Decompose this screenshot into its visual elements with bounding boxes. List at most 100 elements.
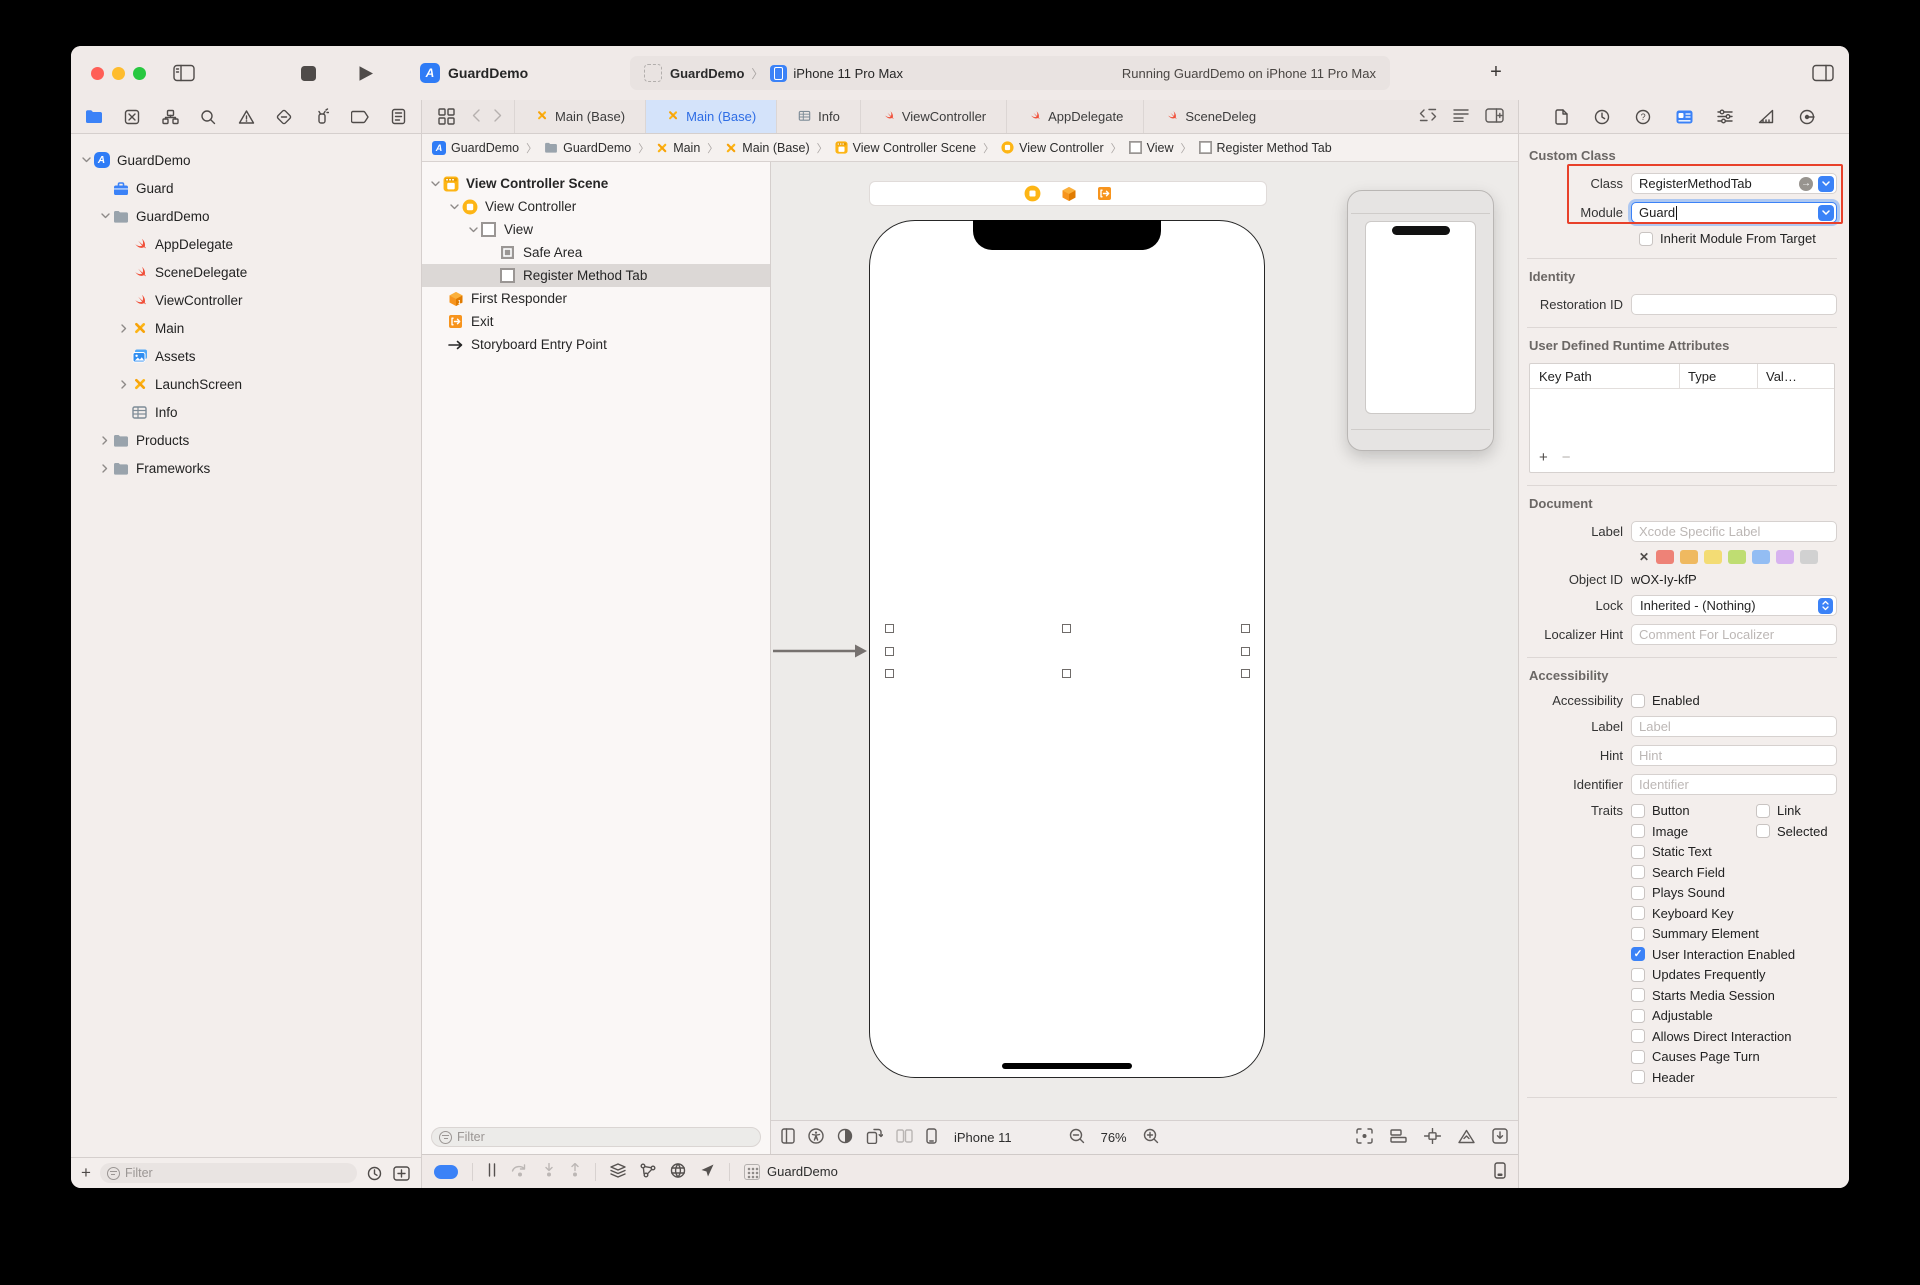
trait-checkbox[interactable] [1631, 1049, 1645, 1064]
trait-causes-page-turn[interactable]: Causes Page Turn [1631, 1049, 1837, 1064]
trait-checkbox[interactable] [1631, 885, 1645, 900]
size-inspector-icon[interactable] [1756, 107, 1776, 127]
trait-checkbox[interactable] [1756, 824, 1770, 838]
view-as-icon[interactable] [781, 1128, 795, 1147]
class-field[interactable]: RegisterMethodTab → [1631, 173, 1837, 194]
symbol-navigator-icon[interactable] [160, 107, 180, 127]
view-hierarchy-icon[interactable] [610, 1162, 626, 1181]
first-responder-cube-icon[interactable] [1061, 186, 1077, 202]
trait-link[interactable]: Link [1756, 803, 1837, 818]
orientation-icon[interactable] [866, 1128, 884, 1147]
issue-navigator-icon[interactable] [236, 107, 256, 127]
zoom-button[interactable] [133, 66, 146, 80]
trait-checkbox[interactable] [1631, 1008, 1645, 1023]
memory-graph-icon[interactable] [640, 1163, 656, 1181]
resolve-layout-icon[interactable] [1458, 1129, 1475, 1147]
trait-user-interaction-enabled[interactable]: User Interaction Enabled [1631, 947, 1837, 962]
minimize-button[interactable] [112, 66, 125, 80]
nav-item-info[interactable]: Info [71, 398, 421, 426]
navigator-filter-field[interactable]: Filter [99, 1163, 357, 1183]
outline-item-entry-point[interactable]: Storyboard Entry Point [422, 333, 770, 356]
storyboard-entry-point-arrow[interactable] [773, 642, 869, 660]
nav-item-frameworks[interactable]: Frameworks [71, 454, 421, 482]
selection-handle-top-right[interactable] [1241, 624, 1250, 633]
file-inspector-icon[interactable] [1551, 107, 1571, 127]
tab-appdelegate[interactable]: AppDelegate [1007, 100, 1145, 133]
scheme-destination[interactable]: iPhone 11 Pro Max [793, 66, 903, 81]
trait-button[interactable]: Button [1631, 803, 1756, 818]
nav-item-guard[interactable]: Guard [71, 174, 421, 202]
console-device-icon[interactable] [1494, 1161, 1506, 1182]
tab-viewcontroller[interactable]: ViewController [861, 100, 1008, 133]
iphone-canvas-device[interactable] [869, 220, 1265, 1078]
trait-search-field[interactable]: Search Field [1631, 865, 1837, 880]
no-color-button[interactable]: ✕ [1639, 550, 1649, 564]
trait-checkbox[interactable] [1631, 803, 1645, 818]
document-label-field[interactable]: Xcode Specific Label [1631, 521, 1837, 542]
module-field[interactable]: Guard [1631, 202, 1837, 223]
project-navigator-icon[interactable] [84, 107, 104, 127]
chevron-right-icon[interactable] [117, 323, 131, 333]
trait-keyboard-key[interactable]: Keyboard Key [1631, 906, 1837, 921]
selection-handle-bottom-left[interactable] [885, 669, 894, 678]
connections-inspector-icon[interactable] [1797, 107, 1817, 127]
breakpoints-toggle[interactable] [434, 1164, 458, 1179]
color-swatch-orange[interactable] [1680, 550, 1699, 564]
trait-checkbox[interactable] [1756, 803, 1770, 818]
trait-starts-media-session[interactable]: Starts Media Session [1631, 988, 1837, 1003]
step-over-icon[interactable] [511, 1163, 529, 1180]
simulator-window[interactable] [1347, 190, 1494, 451]
inherit-module-checkbox-row[interactable]: Inherit Module From Target [1639, 231, 1816, 246]
align-icon[interactable] [1390, 1129, 1407, 1146]
nav-item-scenedelegate[interactable]: SceneDelegate [71, 258, 421, 286]
trait-checkbox[interactable] [1631, 1070, 1645, 1084]
class-dropdown-icon[interactable] [1818, 175, 1834, 192]
jumpbar-item-main-base[interactable]: Main (Base) [725, 141, 810, 155]
selection-handle-top-center[interactable] [1062, 624, 1071, 633]
trait-checkbox[interactable] [1631, 1029, 1645, 1043]
update-frames-icon[interactable] [1356, 1128, 1373, 1147]
chevron-down-icon[interactable] [98, 213, 112, 219]
scheme-selector[interactable]: GuardDemo 〉 iPhone 11 Pro Max Running Gu… [630, 56, 1390, 90]
device-icon[interactable] [926, 1128, 937, 1147]
inherit-module-checkbox[interactable] [1639, 231, 1653, 246]
tab-main-base-2[interactable]: Main (Base) [646, 100, 778, 133]
nav-item-guarddemo-project[interactable]: A GuardDemo [71, 146, 421, 174]
add-constraints-icon[interactable] [1423, 1127, 1442, 1147]
simulate-location-icon[interactable] [700, 1163, 715, 1181]
debug-process[interactable]: GuardDemo [744, 1163, 838, 1180]
zoom-level[interactable]: 76% [1101, 1130, 1127, 1145]
color-swatch-gray[interactable] [1800, 550, 1819, 564]
trait-image[interactable]: Image [1631, 824, 1756, 839]
related-items-icon[interactable] [434, 105, 458, 129]
chevron-down-icon[interactable] [428, 180, 442, 187]
trait-static-text[interactable]: Static Text [1631, 844, 1837, 859]
find-navigator-icon[interactable] [198, 107, 218, 127]
outline-item-view-controller[interactable]: View Controller [422, 195, 770, 218]
trait-updates-frequently[interactable]: Updates Frequently [1631, 967, 1837, 982]
breakpoint-navigator-icon[interactable] [350, 107, 370, 127]
accessibility-enabled-checkbox[interactable] [1631, 693, 1645, 708]
nav-item-guarddemo-group[interactable]: GuardDemo [71, 202, 421, 230]
back-button[interactable] [472, 108, 480, 125]
nav-item-launchscreen[interactable]: LaunchScreen [71, 370, 421, 398]
code-review-icon[interactable] [1419, 108, 1437, 125]
trait-checkbox[interactable] [1631, 947, 1645, 961]
nav-item-main[interactable]: Main [71, 314, 421, 342]
selection-handle-bottom-center[interactable] [1062, 669, 1071, 678]
add-attribute-button[interactable]: + [1539, 449, 1548, 466]
run-button[interactable] [354, 61, 378, 85]
accessibility-identifier-field[interactable]: Identifier [1631, 774, 1837, 795]
source-control-navigator-icon[interactable] [122, 107, 142, 127]
trait-plays-sound[interactable]: Plays Sound [1631, 885, 1837, 900]
nav-item-products[interactable]: Products [71, 426, 421, 454]
device-label[interactable]: iPhone 11 [954, 1130, 1012, 1145]
identity-inspector-icon[interactable] [1674, 107, 1694, 127]
tab-info[interactable]: Info [777, 100, 861, 133]
accessibility-label-field[interactable]: Label [1631, 716, 1837, 737]
chevron-down-icon[interactable] [466, 226, 480, 233]
color-swatch-green[interactable] [1728, 550, 1747, 564]
view-controller-icon[interactable] [1024, 185, 1041, 202]
source-control-status-icon[interactable] [392, 1165, 411, 1182]
forward-button[interactable] [494, 108, 502, 125]
